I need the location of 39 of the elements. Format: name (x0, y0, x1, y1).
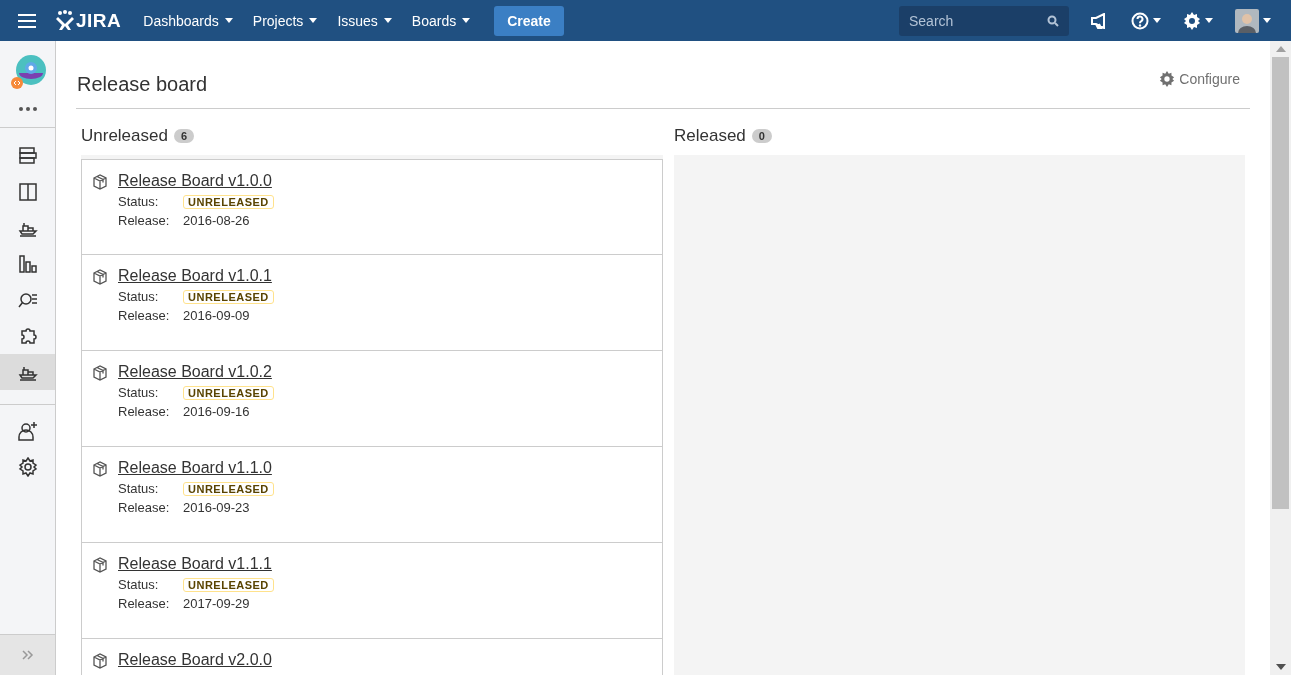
nav-menu[interactable]: Dashboards (143, 12, 233, 29)
version-link[interactable]: Release Board v1.0.2 (118, 363, 272, 380)
search-field[interactable]: Search (899, 5, 1069, 36)
version-link[interactable]: Release Board v1.0.0 (118, 172, 272, 189)
create-button[interactable]: Create (494, 5, 564, 36)
status-label: Status: (118, 289, 160, 304)
version-link[interactable]: Release Board v1.0.1 (118, 267, 272, 284)
nav-menu[interactable]: Boards (411, 12, 471, 29)
status-label: Status: (118, 577, 160, 592)
status-lozenge: UNRELEASED (183, 289, 274, 304)
status-label: Status: (118, 481, 160, 496)
nav-menu[interactable]: Projects (252, 12, 318, 29)
status-label: Status: (118, 385, 160, 400)
version-link[interactable]: Release Board v1.1.1 (118, 555, 272, 572)
release-label: Release: (118, 213, 171, 228)
release-date: 2017-09-29 (183, 596, 250, 611)
release-label: Release: (118, 308, 171, 323)
count-badge: 6 (173, 129, 195, 143)
release-label: Release: (118, 596, 171, 611)
status-label: Status: (118, 194, 160, 209)
status-lozenge: UNRELEASED (183, 385, 274, 400)
column-title: Released (674, 126, 746, 146)
configure-link[interactable]: Configure (1159, 71, 1240, 87)
status-lozenge: UNRELEASED (183, 481, 274, 496)
page-title: Release board (77, 73, 208, 96)
nav-menu[interactable]: Issues (337, 12, 392, 29)
column-title: Unreleased (81, 126, 168, 146)
logo-text[interactable]: JIRA (76, 9, 122, 32)
version-link[interactable]: Release Board v1.1.0 (118, 459, 272, 476)
release-date: 2016-09-09 (183, 308, 250, 323)
status-lozenge: UNRELEASED (183, 194, 274, 209)
release-label: Release: (118, 404, 171, 419)
release-date: 2016-09-23 (183, 500, 250, 515)
release-date: 2016-09-16 (183, 404, 250, 419)
release-date: 2016-08-26 (183, 213, 250, 228)
count-badge: 0 (751, 129, 772, 143)
release-label: Release: (118, 500, 171, 515)
status-lozenge: UNRELEASED (183, 577, 274, 592)
version-link[interactable]: Release Board v2.0.0 (118, 651, 272, 668)
